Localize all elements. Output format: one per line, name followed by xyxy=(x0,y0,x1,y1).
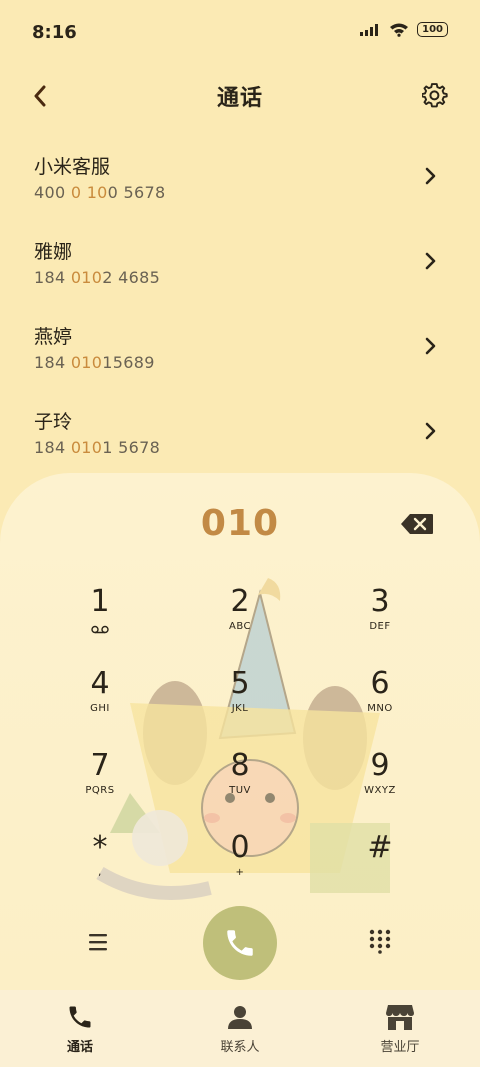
key-star[interactable]: * , xyxy=(40,831,160,905)
chevron-right-icon xyxy=(425,337,436,355)
contact-number: 184 0102 4685 xyxy=(34,268,161,287)
voicemail-icon xyxy=(91,625,109,634)
chevron-right-icon xyxy=(425,422,436,440)
header: 通话 xyxy=(0,74,480,118)
nav-item-store[interactable]: 营业厅 xyxy=(320,990,480,1067)
key-7[interactable]: 7 PQRS xyxy=(40,749,160,823)
backspace-icon xyxy=(401,514,433,534)
settings-button[interactable] xyxy=(420,81,450,111)
contact-number: 184 01015689 xyxy=(34,353,155,372)
phone-icon xyxy=(227,930,253,956)
key-8[interactable]: 8 TUV xyxy=(180,749,300,823)
key-1[interactable]: 1 xyxy=(40,585,160,659)
nav-item-calls[interactable]: 通话 xyxy=(0,990,160,1067)
store-icon xyxy=(385,1002,415,1032)
back-button[interactable] xyxy=(26,82,54,110)
list-item[interactable]: 小米客服 400 0 100 5678 xyxy=(0,140,480,225)
battery-icon: 100 xyxy=(417,22,448,37)
key-9[interactable]: 9 WXYZ xyxy=(320,749,440,823)
key-0[interactable]: 0 + xyxy=(180,831,300,905)
dialpad-icon xyxy=(369,929,391,954)
contact-name: 雅娜 xyxy=(34,241,73,263)
menu-button[interactable] xyxy=(86,931,112,953)
battery-level: 100 xyxy=(422,24,443,35)
contact-number: 400 0 100 5678 xyxy=(34,183,166,202)
person-icon xyxy=(225,1002,255,1032)
key-2[interactable]: 2 ABC xyxy=(180,585,300,659)
nav-label: 联系人 xyxy=(220,1040,260,1055)
list-item[interactable]: 雅娜 184 0102 4685 xyxy=(0,225,480,310)
wifi-icon xyxy=(390,23,409,37)
contact-number: 184 0101 5678 xyxy=(34,438,161,457)
chevron-left-icon xyxy=(34,85,46,107)
contact-name: 小米客服 xyxy=(34,156,111,178)
bottom-nav: 通话 联系人 营业厅 xyxy=(0,990,480,1067)
backspace-button[interactable] xyxy=(400,513,434,535)
phone-icon xyxy=(65,1002,95,1032)
chevron-right-icon xyxy=(425,252,436,270)
contact-list: 小米客服 400 0 100 5678 雅娜 184 0102 4685 燕婷 … xyxy=(0,140,480,480)
nav-label: 通话 xyxy=(66,1040,93,1055)
nav-label: 营业厅 xyxy=(380,1040,420,1055)
keypad-toggle-button[interactable] xyxy=(368,928,392,954)
key-5[interactable]: 5 JKL xyxy=(180,667,300,741)
key-6[interactable]: 6 MNO xyxy=(320,667,440,741)
status-time: 8:16 xyxy=(32,22,77,43)
status-bar: 8:16 100 xyxy=(0,0,480,66)
chevron-right-icon xyxy=(425,167,436,185)
list-item[interactable]: 子玲 184 0101 5678 xyxy=(0,395,480,480)
menu-icon xyxy=(89,934,107,951)
page-title: 通话 xyxy=(216,86,263,111)
call-button[interactable] xyxy=(203,906,277,980)
key-4[interactable]: 4 GHI xyxy=(40,667,160,741)
dial-panel: 010 1 2 ABC 3 DEF 4 GHI 5 JKL 6 MNO 7 PQ… xyxy=(0,473,480,990)
key-3[interactable]: 3 DEF xyxy=(320,585,440,659)
signal-icon xyxy=(360,23,379,36)
key-hash[interactable]: # xyxy=(320,831,440,905)
nav-item-contacts[interactable]: 联系人 xyxy=(160,990,320,1067)
contact-name: 燕婷 xyxy=(34,326,73,348)
gear-icon xyxy=(422,83,448,108)
list-item[interactable]: 燕婷 184 01015689 xyxy=(0,310,480,395)
contact-name: 子玲 xyxy=(34,411,73,433)
status-icons: 100 xyxy=(359,22,448,37)
